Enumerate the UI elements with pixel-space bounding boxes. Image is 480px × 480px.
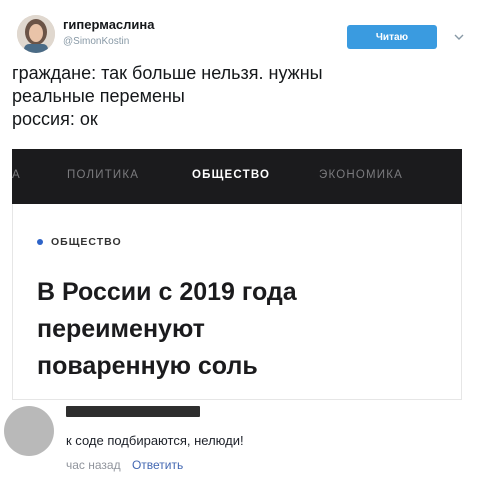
tab-economy[interactable]: ЭКОНОМИКА [319, 169, 403, 181]
headline-line: переименуют [37, 315, 205, 343]
tweet-line: россия: ок [12, 109, 98, 129]
reply-timestamp: час назад [66, 458, 121, 472]
section-label[interactable]: ОБЩЕСТВО [37, 236, 122, 248]
section-label-text: ОБЩЕСТВО [51, 236, 122, 248]
tab-partial[interactable]: А [12, 169, 21, 181]
section-dot-icon [37, 239, 43, 245]
news-headline[interactable]: В России с 2019 года переименуют поварен… [37, 274, 447, 385]
chevron-down-icon[interactable] [452, 30, 466, 44]
reply-text: к соде подбираются, нелюди! [66, 433, 244, 448]
reply-button[interactable]: Ответить [132, 458, 183, 472]
tweet-text: граждане: так больше нельзя. нужны реаль… [12, 62, 452, 131]
tweet-line: реальные перемены [12, 86, 185, 106]
news-nav-bar: А ПОЛИТИКА ОБЩЕСТВО ЭКОНОМИКА [12, 149, 462, 204]
reply-avatar[interactable] [4, 406, 54, 456]
tab-politics[interactable]: ПОЛИТИКА [67, 169, 139, 181]
reply-meta: час назад Ответить [66, 458, 183, 472]
avatar-portrait-icon [17, 15, 55, 53]
tweet-line: граждане: так больше нельзя. нужны [12, 63, 323, 83]
reply-comment: к соде подбираются, нелюди! час назад От… [0, 404, 480, 480]
news-card[interactable]: А ПОЛИТИКА ОБЩЕСТВО ЭКОНОМИКА ОБЩЕСТВО В… [12, 149, 462, 400]
reply-author-name-redacted[interactable] [66, 406, 200, 417]
display-name[interactable]: гипермаслина [63, 17, 155, 32]
tab-society[interactable]: ОБЩЕСТВО [192, 169, 270, 181]
news-card-body: ОБЩЕСТВО В России с 2019 года переименую… [12, 204, 462, 400]
avatar[interactable] [17, 15, 55, 53]
headline-line: В России с 2019 года [37, 278, 297, 306]
headline-line: поваренную соль [37, 352, 258, 380]
tweet-header: гипермаслина @SimonKostin Читаю [14, 10, 466, 54]
user-handle[interactable]: @SimonKostin [63, 36, 129, 47]
follow-button[interactable]: Читаю [347, 25, 437, 49]
